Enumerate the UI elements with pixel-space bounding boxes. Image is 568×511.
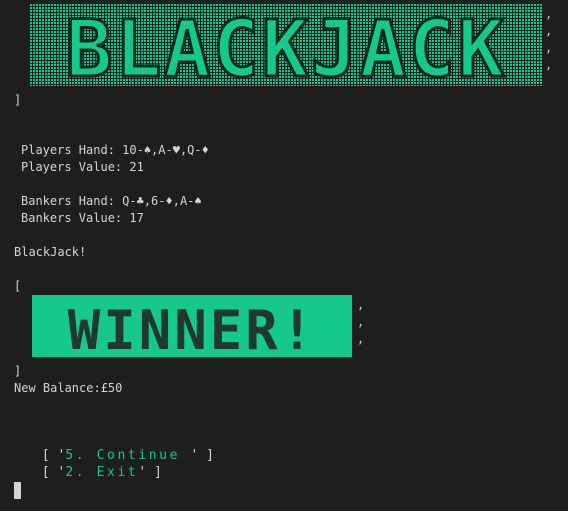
winner-banner-text: WINNER! (68, 299, 317, 359)
blackjack-banner-text: BLACKJACK (66, 5, 507, 90)
banker-hand-text: Bankers Hand: Q-♣,6-♦,A-♠ (21, 194, 202, 208)
blackjack-banner: BLACKJACK (30, 4, 550, 97)
exit-close: ' ] (138, 465, 162, 480)
blackjack-banner-art: BLACKJACK (30, 4, 542, 97)
exit-open: [ ' (41, 465, 66, 480)
exit-label: 2. Exit (65, 465, 139, 480)
banker-value-text: Bankers Value: 17 (21, 211, 144, 225)
terminal-cursor (14, 482, 21, 499)
player-hand-text: Players Hand: 10-♠,A-♥,Q-♦ (21, 143, 209, 157)
player-value-text: Players Value: 21 (21, 160, 144, 174)
winner-bracket-close: ] (14, 364, 22, 378)
result-message: BlackJack! (14, 245, 87, 259)
winner-banner-art: WINNER! (32, 295, 352, 362)
winner-bracket-open: [ (14, 279, 22, 293)
winner-banner: WINNER! (32, 295, 356, 362)
continue-close: ' ] (190, 448, 214, 463)
banner-bracket-close: ] (14, 93, 22, 107)
menu-option-exit[interactable]: [ '2. Exit' ] (21, 447, 162, 481)
new-balance-text: New Balance:£50 (14, 381, 123, 395)
